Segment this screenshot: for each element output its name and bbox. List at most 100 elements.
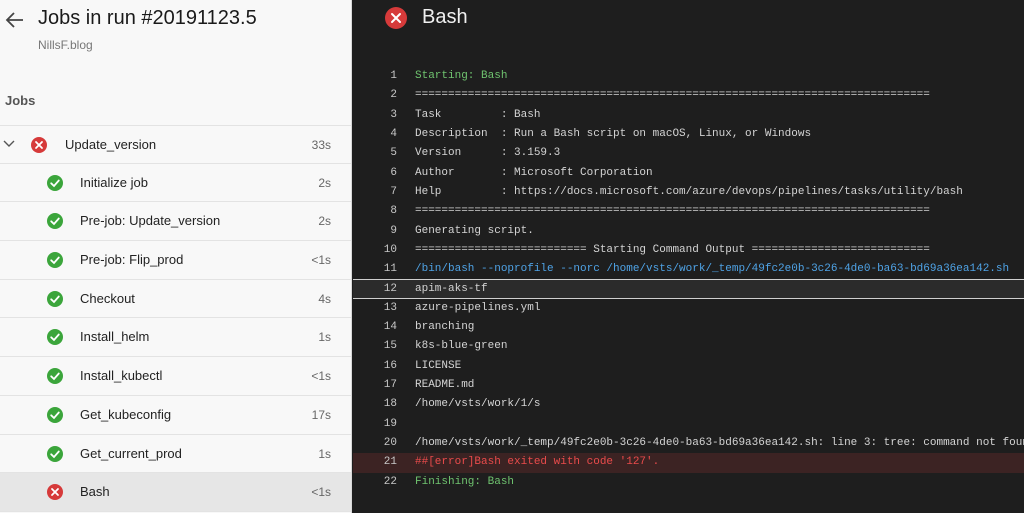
success-status-icon <box>47 329 63 346</box>
log-panel: Bash 1 Starting: Bash 2 ===================… <box>353 0 1024 513</box>
job-step-row[interactable]: Get_current_prod 1s <box>0 435 351 474</box>
line-number: 1 <box>390 70 397 82</box>
job-name: Initialize job <box>80 174 148 190</box>
log-text: apim-aks-tf <box>415 283 488 296</box>
log-text: Starting: Bash <box>415 70 508 82</box>
job-step-row[interactable]: Checkout 4s <box>0 280 351 319</box>
job-name: Bash <box>80 484 110 500</box>
line-number: 13 <box>383 301 397 314</box>
log-line[interactable]: 11/bin/bash --noprofile --norc /home/vst… <box>353 260 1024 279</box>
success-status-icon <box>47 406 63 423</box>
log-line[interactable]: 2 =======================================… <box>353 86 1024 105</box>
job-duration: 2s <box>318 175 331 190</box>
log-line[interactable]: 10 ========================== Starting Co… <box>353 241 1024 260</box>
log-line[interactable]: 3 Task : Bash <box>353 106 1024 125</box>
success-status-icon <box>47 368 63 385</box>
log-line[interactable]: 13 azure-pipelines.yml <box>353 299 1024 318</box>
line-number: 18 <box>383 398 397 411</box>
log-text: Author : Microsoft Corporation <box>415 166 653 179</box>
success-status-icon <box>47 445 63 462</box>
log-line[interactable]: 14 branching <box>353 318 1024 337</box>
line-number: 16 <box>383 359 397 372</box>
success-status-icon <box>47 174 63 191</box>
page-title: Jobs in run #20191123.5 <box>38 7 257 29</box>
failed-status-icon <box>31 137 47 153</box>
log-line[interactable]: 18/home/vsts/work/1/s <box>353 395 1024 414</box>
line-number: 17 <box>383 379 397 391</box>
job-duration: <1s <box>311 253 331 268</box>
line-number: 12 <box>383 283 397 296</box>
line-number: 20 <box>383 436 397 449</box>
job-group-row[interactable]: Update_version 33s <box>0 125 351 164</box>
log-line[interactable]: 15 k8s-blue-green <box>353 337 1024 356</box>
log-output: 1 Starting: Bash 2 ========================… <box>353 67 1024 492</box>
log-line[interactable]: 22 Finishing: Bash <box>353 473 1024 492</box>
log-line[interactable]: 4 Description : Run a Bash script on macO… <box>353 125 1024 144</box>
job-duration: 2s <box>318 214 331 229</box>
line-number: 8 <box>390 205 397 218</box>
log-line[interactable]: 16 LICENSE <box>353 357 1024 376</box>
log-text: Generating script. <box>415 224 534 237</box>
line-number: 9 <box>390 224 397 237</box>
log-text: ========================== Starting Comm… <box>415 243 930 256</box>
log-text: ##[error]Bash exited with code '127'. <box>415 456 660 469</box>
job-duration: 33s <box>311 138 331 152</box>
log-line[interactable]: 8 =======================================… <box>353 202 1024 221</box>
job-name: Get_kubeconfig <box>80 406 172 422</box>
log-panel-title: Bash <box>422 6 468 28</box>
line-number: 7 <box>390 185 397 198</box>
line-number: 21 <box>383 456 397 469</box>
job-name: Pre-job: Update_version <box>80 213 221 229</box>
line-number: 5 <box>390 147 397 160</box>
log-line[interactable]: 19 <box>353 415 1024 434</box>
failed-status-icon <box>47 484 63 501</box>
log-line[interactable]: 6 Author : Microsoft Corporation <box>353 164 1024 183</box>
success-status-icon <box>47 252 63 269</box>
chevron-down-icon[interactable] <box>3 139 15 149</box>
job-step-row[interactable]: Pre-job: Update_version 2s <box>0 202 351 242</box>
job-name: Pre-job: Flip_prod <box>80 252 184 268</box>
log-text: ========================================… <box>415 89 930 102</box>
job-name: Update_version <box>65 137 157 152</box>
log-text: ========================================… <box>415 205 930 218</box>
log-text: README.md <box>415 379 475 391</box>
job-name: Checkout <box>80 290 135 306</box>
job-duration: 1s <box>318 446 331 461</box>
job-step-row[interactable]: Get_kubeconfig 17s <box>0 396 351 435</box>
page-subtitle: NillsF.blog <box>38 38 93 52</box>
log-line[interactable]: 20/home/vsts/work/_temp/49fc2e0b-3c26-4d… <box>353 434 1024 453</box>
job-name: Install_helm <box>80 329 150 345</box>
job-step-row[interactable]: Install_kubectl <1s <box>0 357 351 396</box>
job-step-row[interactable]: Initialize job 2s <box>0 164 351 203</box>
line-number: 2 <box>390 89 397 102</box>
line-number: 19 <box>383 417 397 430</box>
log-line[interactable]: 12 apim-aks-tf <box>353 279 1024 299</box>
job-name: Get_current_prod <box>80 445 182 461</box>
log-text: k8s-blue-green <box>415 340 508 353</box>
log-line[interactable]: 21 ##[error]Bash exited with code '127'. <box>353 453 1024 473</box>
job-step-row[interactable]: Pre-job: Flip_prod <1s <box>0 241 351 280</box>
log-text: /bin/bash --noprofile --norc /home/vsts/… <box>415 263 1010 276</box>
line-number: 6 <box>390 166 397 179</box>
log-line[interactable]: 5 Version : 3.159.3 <box>353 144 1024 163</box>
job-step-row[interactable]: Bash <1s <box>0 473 351 512</box>
log-line[interactable]: 9 Generating script. <box>353 222 1024 241</box>
line-number: 3 <box>390 108 397 121</box>
job-step-row[interactable]: Install_helm 1s <box>0 318 351 358</box>
jobs-sidebar: Jobs in run #20191123.5 NillsF.blog Jobs… <box>0 0 352 513</box>
log-text: branching <box>415 321 475 334</box>
job-list: Update_version 33s Initialize job 2s Pre-job… <box>0 125 351 512</box>
log-text: azure-pipelines.yml <box>415 301 541 314</box>
line-number: 10 <box>383 243 397 256</box>
log-line[interactable]: 7 Help : https://docs.microsoft.com/azure… <box>353 183 1024 202</box>
log-text: /home/vsts/work/1/s <box>415 398 541 411</box>
log-line[interactable]: 17 README.md <box>353 376 1024 395</box>
job-duration: <1s <box>311 369 331 384</box>
failed-status-icon <box>385 7 407 29</box>
success-status-icon <box>47 213 63 230</box>
log-text: Version : 3.159.3 <box>415 147 561 160</box>
job-name: Install_kubectl <box>80 368 163 384</box>
line-number: 4 <box>390 127 397 140</box>
log-line[interactable]: 1 Starting: Bash <box>353 67 1024 86</box>
back-arrow-icon[interactable] <box>5 8 25 32</box>
